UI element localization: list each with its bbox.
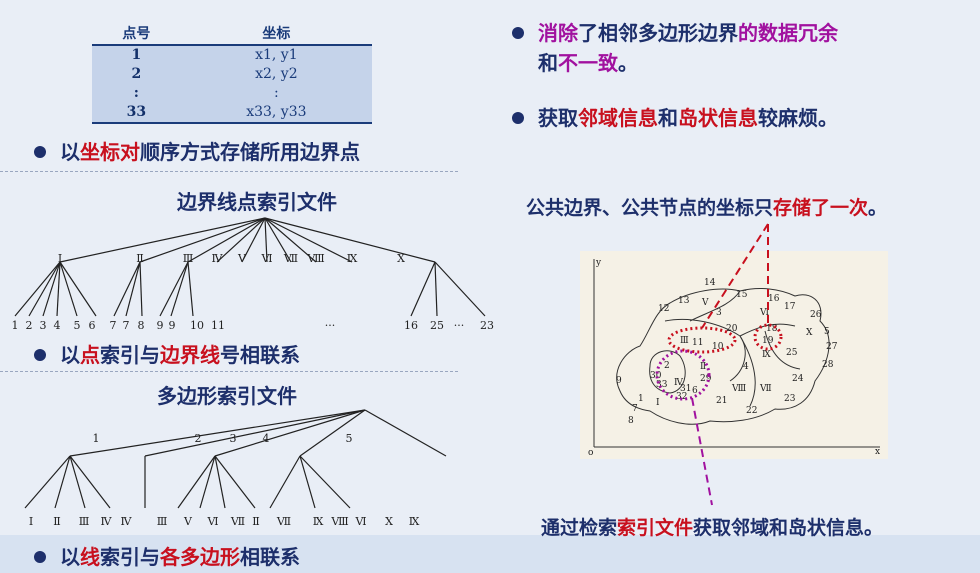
note-index-retrieval: 通过检索索引文件获取邻域和岛状信息。: [541, 513, 883, 540]
common-boundary-circle: [667, 326, 737, 354]
note-text: 获取邻域和岛状信息。: [693, 517, 884, 539]
note-text: 通过检索: [541, 517, 618, 539]
common-node-circle: [753, 323, 783, 351]
note-highlight: 索引文件: [617, 517, 694, 539]
island-circle: [655, 349, 711, 401]
leader-line: [691, 397, 713, 506]
annotation-overlay: [655, 223, 783, 506]
leader-line: [701, 223, 769, 329]
